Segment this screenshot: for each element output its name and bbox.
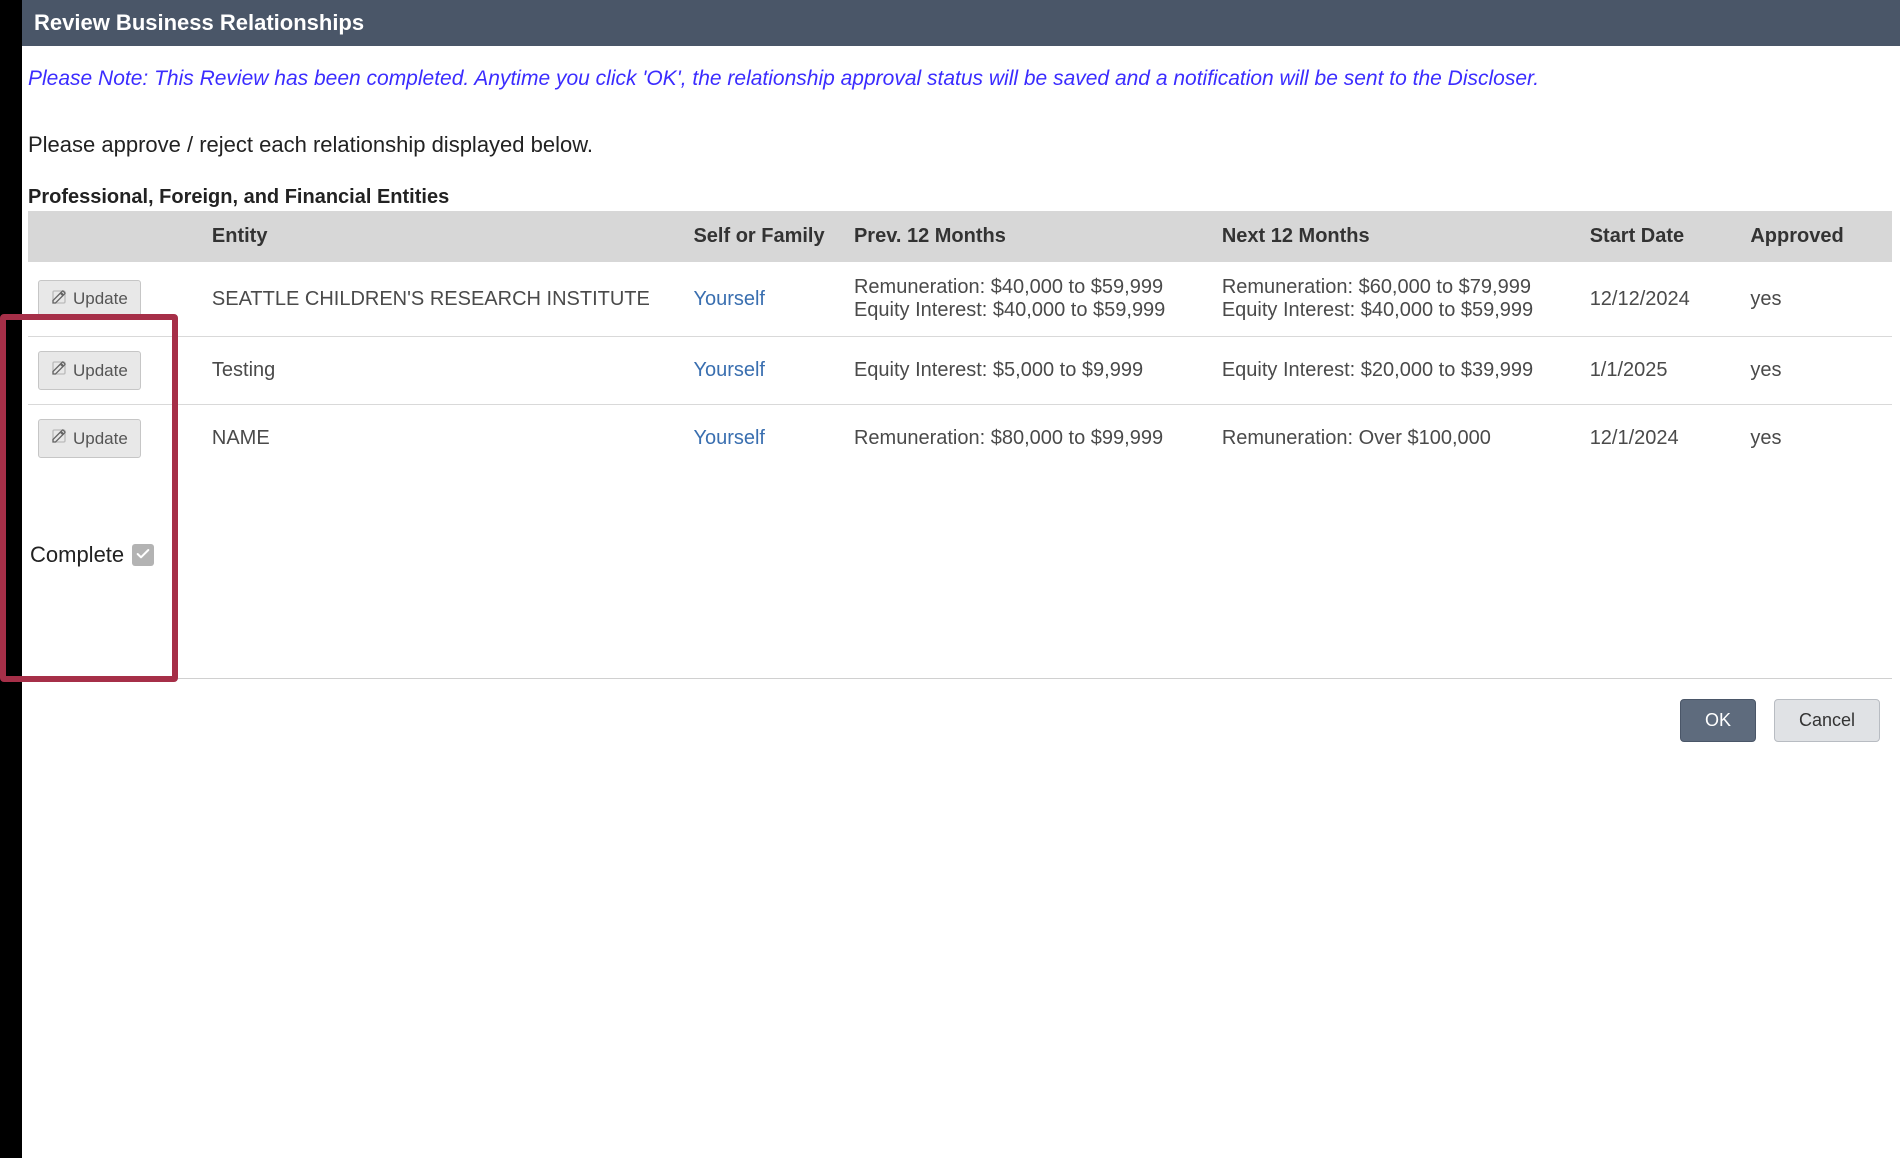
left-gutter xyxy=(0,0,22,1158)
update-button[interactable]: Update xyxy=(38,351,141,390)
col-next-header: Next 12 Months xyxy=(1212,211,1580,262)
col-start-header: Start Date xyxy=(1580,211,1741,262)
table-header-row: Entity Self or Family Prev. 12 Months Ne… xyxy=(28,211,1892,262)
prev-cell: Remuneration: $40,000 to $59,999 Equity … xyxy=(844,262,1212,337)
complete-checkbox[interactable] xyxy=(132,544,154,566)
page-container: Review Business Relationships Please Not… xyxy=(22,0,1900,782)
update-button-label: Update xyxy=(73,361,128,381)
next-cell: Remuneration: Over $100,000 xyxy=(1212,405,1580,473)
approved-cell: yes xyxy=(1740,262,1892,337)
update-button[interactable]: Update xyxy=(38,419,141,458)
prev-cell: Equity Interest: $5,000 to $9,999 xyxy=(844,337,1212,405)
edit-icon xyxy=(51,428,67,449)
section-title: Professional, Foreign, and Financial Ent… xyxy=(28,186,1892,209)
self-link[interactable]: Yourself xyxy=(693,359,765,381)
complete-label: Complete xyxy=(30,542,124,568)
update-button[interactable]: Update xyxy=(38,280,141,319)
entity-cell: NAME xyxy=(202,405,684,473)
start-cell: 12/1/2024 xyxy=(1580,405,1741,473)
approved-cell: yes xyxy=(1740,405,1892,473)
col-prev-header: Prev. 12 Months xyxy=(844,211,1212,262)
next-cell: Remuneration: $60,000 to $79,999 Equity … xyxy=(1212,262,1580,337)
edit-icon xyxy=(51,289,67,310)
table-row: Update SEATTLE CHILDREN'S RESEARCH INSTI… xyxy=(28,262,1892,337)
next-cell: Equity Interest: $20,000 to $39,999 xyxy=(1212,337,1580,405)
self-link[interactable]: Yourself xyxy=(693,288,765,310)
self-link[interactable]: Yourself xyxy=(693,427,765,449)
complete-row: Complete xyxy=(28,542,1892,568)
ok-button[interactable]: OK xyxy=(1680,699,1756,742)
dialog-header: Review Business Relationships xyxy=(22,0,1900,46)
footer-separator xyxy=(28,678,1892,679)
col-action-header xyxy=(28,211,202,262)
edit-icon xyxy=(51,360,67,381)
col-entity-header: Entity xyxy=(202,211,684,262)
update-button-label: Update xyxy=(73,289,128,309)
footer-buttons: OK Cancel xyxy=(28,687,1892,762)
instruction-text: Please approve / reject each relationshi… xyxy=(28,132,1892,158)
col-self-header: Self or Family xyxy=(683,211,844,262)
update-button-label: Update xyxy=(73,429,128,449)
check-icon xyxy=(135,542,151,568)
cancel-button[interactable]: Cancel xyxy=(1774,699,1880,742)
start-cell: 12/12/2024 xyxy=(1580,262,1741,337)
prev-cell: Remuneration: $80,000 to $99,999 xyxy=(844,405,1212,473)
entity-cell: Testing xyxy=(202,337,684,405)
page-title: Review Business Relationships xyxy=(34,10,364,35)
approved-cell: yes xyxy=(1740,337,1892,405)
table-row: Update NAME Yourself Remuneration: $80,0… xyxy=(28,405,1892,473)
relationships-table: Entity Self or Family Prev. 12 Months Ne… xyxy=(28,211,1892,472)
entity-cell: SEATTLE CHILDREN'S RESEARCH INSTITUTE xyxy=(202,262,684,337)
start-cell: 1/1/2025 xyxy=(1580,337,1741,405)
table-row: Update Testing Yourself Equity Interest:… xyxy=(28,337,1892,405)
col-approved-header: Approved xyxy=(1740,211,1892,262)
review-note-text: Please Note: This Review has been comple… xyxy=(28,66,1892,92)
content-area: Please Note: This Review has been comple… xyxy=(22,46,1900,782)
